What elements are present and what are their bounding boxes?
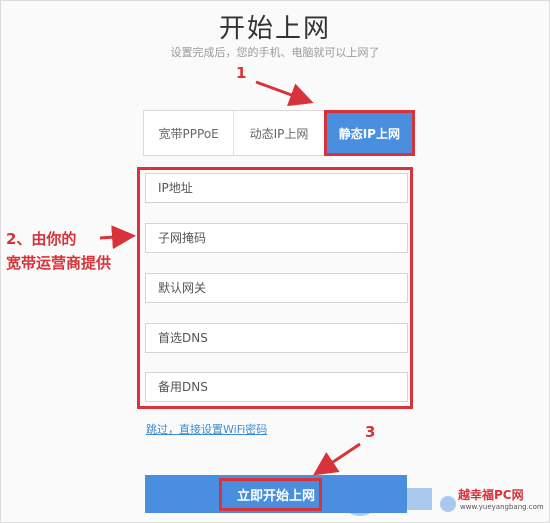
watermark-url: www.yueyangbang.com [460,503,544,511]
annotation-arrows [99,80,361,476]
arrow-step-2 [99,225,136,250]
arrow-step-3 [313,442,361,476]
watermark-brand: 越幸福PC网 [458,488,524,502]
arrow-step-1 [255,80,314,107]
